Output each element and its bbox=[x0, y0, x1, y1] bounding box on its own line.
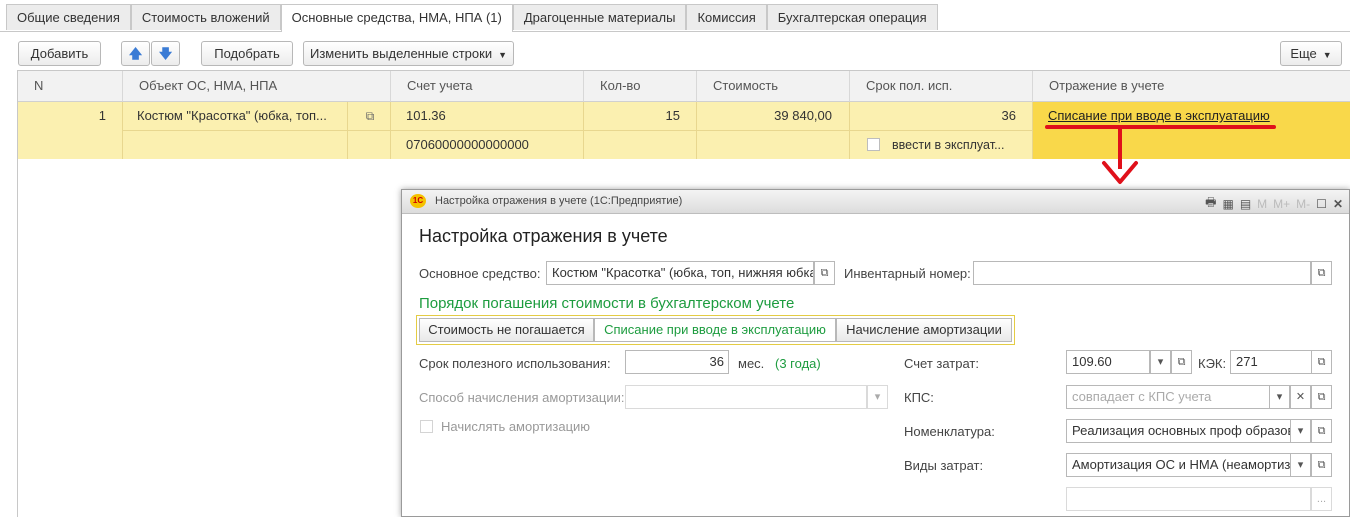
option-not-repaid[interactable]: Стоимость не погашается bbox=[419, 318, 594, 342]
accrue-label: Начислять амортизацию bbox=[441, 419, 591, 434]
col-header-term[interactable]: Срок пол. исп. bbox=[849, 71, 1032, 102]
option-depreciation[interactable]: Начисление амортизации bbox=[836, 318, 1012, 342]
open-cost-account-button[interactable]: ⧉ bbox=[1171, 350, 1192, 374]
tab-commission[interactable]: Комиссия bbox=[686, 4, 767, 30]
kps-dropdown-icon[interactable]: ▾ bbox=[1269, 385, 1290, 409]
tab-fixed-assets[interactable]: Основные средства, НМА, НПА (1) bbox=[280, 4, 513, 32]
edit-rows-label: Изменить выделенные строки bbox=[309, 46, 493, 61]
move-up-button[interactable]: 🡅 bbox=[121, 41, 150, 66]
dropdown-caret-icon: ▼ bbox=[1322, 50, 1332, 60]
titlebar-icons: 🖶 ▦ ▤ M M+ M- ☐ ✕ bbox=[1205, 193, 1343, 214]
expense-dropdown-icon[interactable]: ▾ bbox=[1290, 453, 1311, 477]
kps-label: КПС: bbox=[904, 390, 934, 405]
close-icon[interactable]: ✕ bbox=[1333, 197, 1343, 211]
tab-strip: Общие сведения Стоимость вложений Основн… bbox=[6, 4, 938, 32]
cost-account-dropdown-icon[interactable]: ▾ bbox=[1150, 350, 1171, 374]
open-asset-button[interactable]: ⧉ bbox=[814, 261, 835, 285]
dialog-titlebar[interactable]: 1С Настройка отражения в учете (1С:Предп… bbox=[402, 190, 1349, 214]
commission-label: ввести в эксплуат... bbox=[892, 138, 1005, 152]
annotation-arrow-head-icon bbox=[1102, 161, 1138, 184]
open-inventory-button[interactable]: ⧉ bbox=[1311, 261, 1332, 285]
cell-cost[interactable]: 39 840,00 bbox=[696, 102, 832, 130]
print-icon[interactable]: 🖶 bbox=[1205, 193, 1216, 214]
extra-field[interactable] bbox=[1066, 487, 1311, 511]
inventory-label: Инвентарный номер: bbox=[844, 266, 971, 281]
expense-label: Виды затрат: bbox=[904, 458, 984, 473]
col-header-n[interactable]: N bbox=[18, 71, 122, 102]
copy-icon[interactable]: ⧉ bbox=[358, 102, 382, 130]
method-dropdown-icon[interactable]: ▾ bbox=[867, 385, 888, 409]
memory-minus-icon[interactable]: M- bbox=[1296, 197, 1310, 211]
section-title: Порядок погашения стоимости в бухгалтерс… bbox=[419, 295, 795, 312]
dialog-window-title: Настройка отражения в учете (1С:Предприя… bbox=[435, 195, 683, 207]
maximize-icon[interactable]: ☐ bbox=[1316, 197, 1327, 211]
memory-plus-icon[interactable]: M+ bbox=[1273, 197, 1290, 211]
tab-investment-cost[interactable]: Стоимость вложений bbox=[130, 4, 281, 30]
commission-checkbox[interactable] bbox=[867, 138, 880, 151]
cell-account[interactable]: 101.36 bbox=[406, 102, 576, 130]
more-label: Еще bbox=[1290, 46, 1317, 61]
method-label: Способ начисления амортизации: bbox=[419, 390, 625, 405]
open-expense-button[interactable]: ⧉ bbox=[1311, 453, 1332, 477]
kps-field[interactable]: совпадает с КПС учета bbox=[1066, 385, 1271, 409]
life-input[interactable]: 36 bbox=[625, 350, 729, 374]
1c-logo-icon: 1С bbox=[410, 194, 426, 208]
inventory-field[interactable] bbox=[973, 261, 1311, 285]
option-write-off[interactable]: Списание при вводе в эксплуатацию bbox=[594, 318, 836, 342]
ellipsis-icon[interactable]: ... bbox=[1311, 487, 1332, 511]
divider bbox=[1032, 102, 1033, 159]
cost-account-label: Счет затрат: bbox=[904, 356, 979, 371]
reflection-link-text[interactable]: Списание при вводе в эксплуатацию bbox=[1048, 108, 1270, 123]
col-header-cost[interactable]: Стоимость bbox=[696, 71, 849, 102]
memory-m-icon[interactable]: M bbox=[1257, 197, 1267, 211]
nomenclature-dropdown-icon[interactable]: ▾ bbox=[1290, 419, 1311, 443]
tab-precious-materials[interactable]: Драгоценные материалы bbox=[512, 4, 687, 30]
tab-general[interactable]: Общие сведения bbox=[6, 4, 131, 30]
open-kps-button[interactable]: ⧉ bbox=[1311, 385, 1332, 409]
annotation-underline bbox=[1045, 125, 1276, 129]
cell-term[interactable]: 36 bbox=[849, 102, 1016, 130]
accrue-checkbox[interactable] bbox=[420, 420, 433, 433]
expense-field[interactable]: Амортизация ОС и НМА (неамортизи bbox=[1066, 453, 1291, 477]
method-select[interactable] bbox=[625, 385, 867, 409]
more-button[interactable]: Еще ▼ bbox=[1280, 41, 1342, 66]
cell-qty[interactable]: 15 bbox=[583, 102, 680, 130]
open-kek-button[interactable]: ⧉ bbox=[1311, 350, 1332, 374]
move-down-button[interactable]: 🡇 bbox=[151, 41, 180, 66]
col-header-account[interactable]: Счет учета bbox=[390, 71, 583, 102]
edit-rows-button[interactable]: Изменить выделенные строки ▼ bbox=[303, 41, 514, 66]
cost-account-field[interactable]: 109.60 bbox=[1066, 350, 1150, 374]
life-label: Срок полезного использования: bbox=[419, 356, 611, 371]
calculator-icon[interactable]: ▦ bbox=[1222, 197, 1233, 211]
calendar-icon[interactable]: ▤ bbox=[1240, 197, 1251, 211]
cell-n: 1 bbox=[98, 108, 106, 123]
kps-clear-icon[interactable]: ✕ bbox=[1290, 385, 1311, 409]
kek-field[interactable]: 271 bbox=[1230, 350, 1312, 374]
arrow-down-icon: 🡇 bbox=[158, 46, 173, 61]
nomenclature-field[interactable]: Реализация основных проф образов bbox=[1066, 419, 1291, 443]
dialog-heading: Настройка отражения в учете bbox=[419, 226, 668, 246]
life-unit: мес. bbox=[738, 356, 765, 371]
col-header-object[interactable]: Объект ОС, НМА, НПА bbox=[122, 71, 390, 102]
asset-field[interactable]: Костюм "Красотка" (юбка, топ, нижняя юбк… bbox=[546, 261, 814, 285]
life-years: (3 года) bbox=[775, 356, 821, 371]
cell-account-code[interactable]: 07060000000000000 bbox=[406, 131, 576, 159]
asset-label: Основное средство: bbox=[419, 266, 541, 281]
pick-button[interactable]: Подобрать bbox=[201, 41, 293, 66]
dropdown-caret-icon: ▼ bbox=[498, 50, 508, 60]
cell-object[interactable]: Костюм "Красотка" (юбка, топ... bbox=[137, 102, 337, 130]
add-button[interactable]: Добавить bbox=[18, 41, 101, 66]
col-header-reflection[interactable]: Отражение в учете bbox=[1032, 71, 1350, 102]
nomenclature-label: Номенклатура: bbox=[904, 424, 995, 439]
col-header-qty[interactable]: Кол-во bbox=[583, 71, 696, 102]
reflection-settings-dialog: 1С Настройка отражения в учете (1С:Предп… bbox=[401, 189, 1350, 517]
kps-placeholder: совпадает с КПС учета bbox=[1072, 389, 1212, 404]
tab-accounting-operation[interactable]: Бухгалтерская операция bbox=[766, 4, 938, 30]
kek-label: КЭК: bbox=[1198, 356, 1227, 371]
open-nomenclature-button[interactable]: ⧉ bbox=[1311, 419, 1332, 443]
arrow-up-icon: 🡅 bbox=[128, 46, 143, 61]
